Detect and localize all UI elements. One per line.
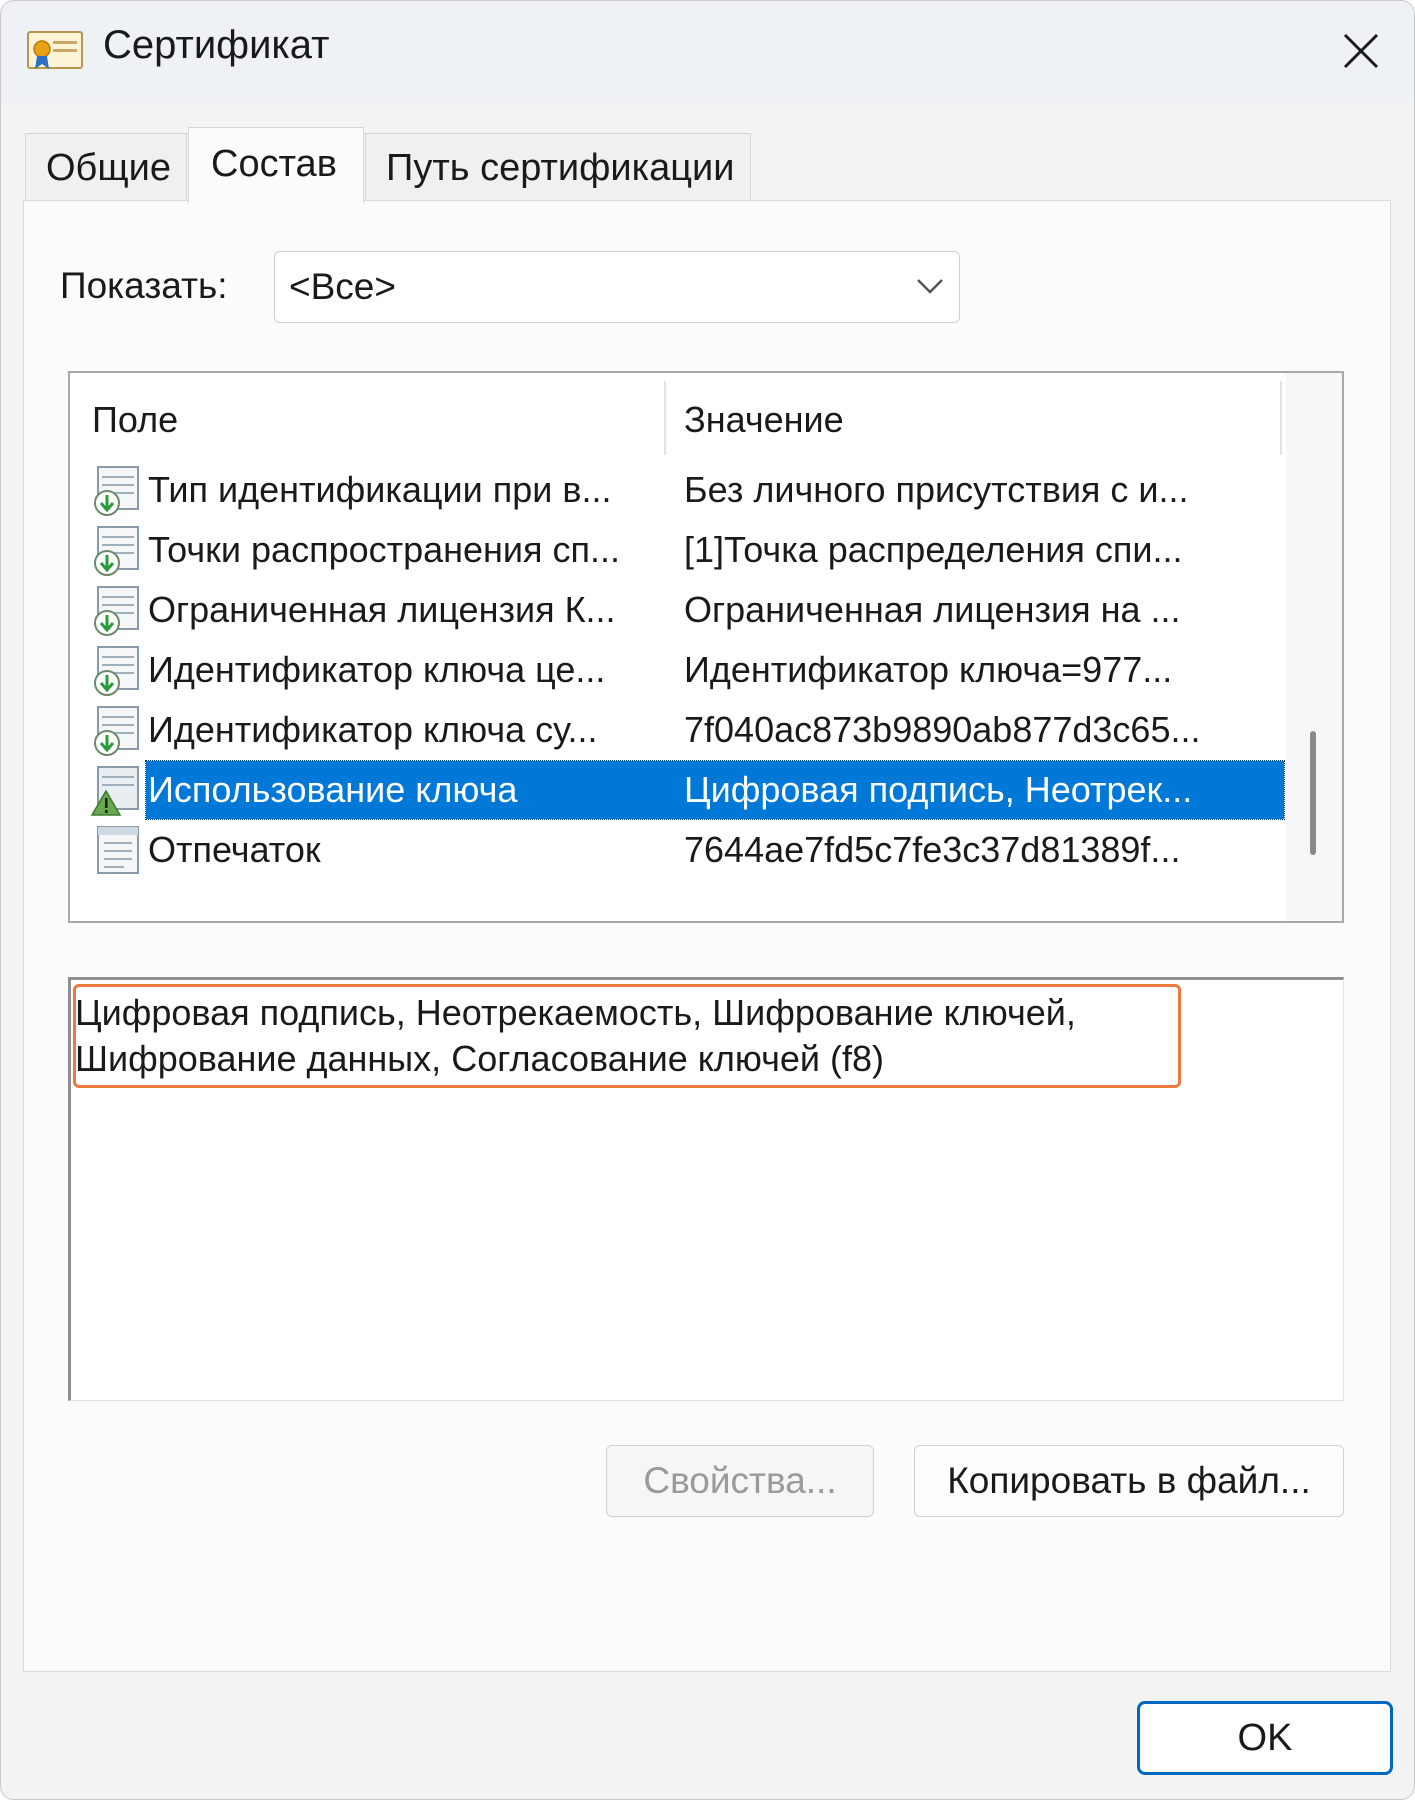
column-header-field[interactable]: Поле (92, 399, 178, 441)
title-bar: Сертификат (1, 1, 1414, 103)
column-divider[interactable] (1280, 381, 1282, 455)
certificate-extension-icon (94, 706, 139, 756)
row-field: Отпечаток (148, 829, 321, 870)
row-value: Идентификатор ключа=977... (684, 649, 1173, 690)
list-header: Поле Значение (70, 373, 1286, 461)
certificate-property-icon (97, 826, 139, 874)
value-detail-box[interactable]: Цифровая подпись, Неотрекаемость, Шифров… (68, 977, 1344, 1401)
row-value: Цифровая подпись, Неотрек... (684, 769, 1193, 810)
show-label: Показать: (60, 265, 228, 306)
column-header-value[interactable]: Значение (684, 399, 844, 441)
certificate-extension-icon (94, 586, 139, 636)
show-dropdown-value: <Все> (289, 266, 396, 307)
tab-certification-path[interactable]: Путь сертификации (365, 133, 751, 201)
list-row[interactable]: Точки распространения сп... [1]Точка рас… (90, 521, 1284, 579)
row-field: Идентификатор ключа це... (148, 649, 606, 690)
row-field: Ограниченная лицензия К... (148, 589, 616, 630)
show-dropdown[interactable]: <Все> (274, 251, 960, 323)
row-value: 7f040ac873b9890ab877d3c65... (684, 709, 1201, 750)
row-value: 7644ae7fd5c7fe3c37d81389f... (684, 829, 1181, 870)
list-row[interactable]: Ограниченная лицензия К... Ограниченная … (90, 581, 1284, 639)
properties-button: Свойства... (606, 1445, 874, 1517)
details-tab-panel: Показать: <Все> Поле Значение Тип иденти… (23, 200, 1391, 1672)
row-value: Ограниченная лицензия на ... (684, 589, 1181, 630)
list-row-selected[interactable]: Использование ключа Цифровая подпись, Не… (90, 760, 1285, 820)
row-value: Без личного присутствия с и... (684, 469, 1189, 510)
close-button[interactable] (1321, 19, 1401, 83)
list-row[interactable]: Тип идентификации при в... Без личного п… (90, 461, 1284, 519)
row-field: Использование ключа (148, 769, 518, 810)
certificate-extension-icon (94, 466, 139, 516)
list-row[interactable]: Идентификатор ключа це... Идентификатор … (90, 641, 1284, 699)
list-row[interactable]: Идентификатор ключа су... 7f040ac873b989… (90, 701, 1284, 759)
row-field: Тип идентификации при в... (148, 469, 612, 510)
fields-list[interactable]: Поле Значение Тип идентификации при в...… (68, 371, 1344, 923)
value-detail-line: Цифровая подпись, Неотрекаемость, Шифров… (75, 992, 1076, 1033)
tab-general[interactable]: Общие (25, 133, 187, 201)
row-field: Точки распространения сп... (148, 529, 621, 570)
close-icon (1343, 33, 1379, 69)
row-field: Идентификатор ключа су... (148, 709, 598, 750)
column-divider[interactable] (664, 381, 666, 455)
certificate-extension-icon (94, 526, 139, 576)
row-value: [1]Точка распределения спи... (684, 529, 1183, 570)
value-detail-text: Цифровая подпись, Неотрекаемость, Шифров… (75, 990, 1165, 1082)
critical-extension-warning-icon (90, 766, 139, 816)
certificate-dialog: Сертификат Общие Состав Путь сертификаци… (0, 0, 1415, 1800)
certificate-icon (27, 31, 83, 69)
list-row[interactable]: Отпечаток 7644ae7fd5c7fe3c37d81389f... (90, 821, 1284, 879)
ok-button[interactable]: OK (1137, 1701, 1393, 1775)
value-detail-line: Шифрование данных, Согласование ключей (… (75, 1038, 885, 1079)
window-title: Сертификат (103, 23, 330, 67)
tab-details[interactable]: Состав (188, 127, 364, 203)
certificate-extension-icon (94, 646, 139, 696)
chevron-down-icon (917, 279, 943, 294)
vertical-scrollbar[interactable] (1286, 373, 1342, 921)
copy-to-file-button[interactable]: Копировать в файл... (914, 1445, 1344, 1517)
scrollbar-thumb[interactable] (1310, 731, 1316, 855)
